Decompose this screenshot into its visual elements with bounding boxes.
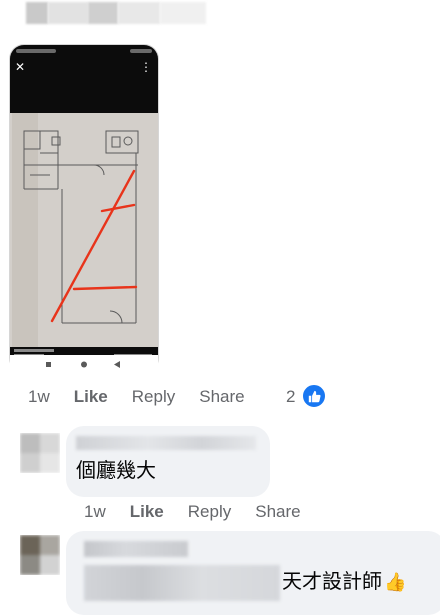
- comment-actions: 1w Like Reply Share: [84, 501, 325, 523]
- phone-nav-bar: [10, 355, 158, 373]
- comment-timestamp[interactable]: 1w: [84, 502, 106, 522]
- floor-plan-photo: [10, 113, 158, 347]
- commenter-name-redacted[interactable]: [76, 436, 256, 450]
- close-icon: ✕: [15, 60, 26, 74]
- comment-text-redacted: [84, 565, 280, 601]
- avatar[interactable]: [20, 433, 60, 473]
- share-button[interactable]: Share: [199, 387, 244, 407]
- status-bar-icons: [130, 49, 152, 53]
- comment-text-visible: 天才設計師 👍: [282, 569, 406, 595]
- post-actions: 1w Like Reply Share: [28, 386, 269, 408]
- redacted-header: [26, 2, 206, 24]
- comment-reply-button[interactable]: Reply: [188, 502, 231, 522]
- thumbs-up-icon: [308, 390, 321, 402]
- commenter-name-redacted[interactable]: [84, 541, 188, 557]
- post-timestamp[interactable]: 1w: [28, 387, 50, 407]
- reaction-count[interactable]: 2: [286, 386, 295, 408]
- comment-text: 個廳幾大: [76, 460, 156, 482]
- thumbs-up-emoji-icon: 👍: [384, 572, 407, 592]
- comment-like-button[interactable]: Like: [130, 502, 164, 522]
- attached-screenshot[interactable]: ✕ ⋮: [10, 45, 158, 372]
- comment-bubble: 個廳幾大: [66, 426, 270, 497]
- like-button[interactable]: Like: [74, 387, 108, 407]
- thumbs-up-icon[interactable]: [301, 383, 327, 409]
- reply-button[interactable]: Reply: [132, 387, 175, 407]
- comment-text: 天才設計師: [282, 571, 382, 593]
- video-caption: [14, 349, 54, 352]
- status-bar: [16, 49, 56, 53]
- comment-share-button[interactable]: Share: [255, 502, 300, 522]
- avatar[interactable]: [20, 535, 60, 575]
- comment-bubble: 天才設計師 👍: [66, 531, 440, 615]
- more-icon: ⋮: [140, 60, 152, 74]
